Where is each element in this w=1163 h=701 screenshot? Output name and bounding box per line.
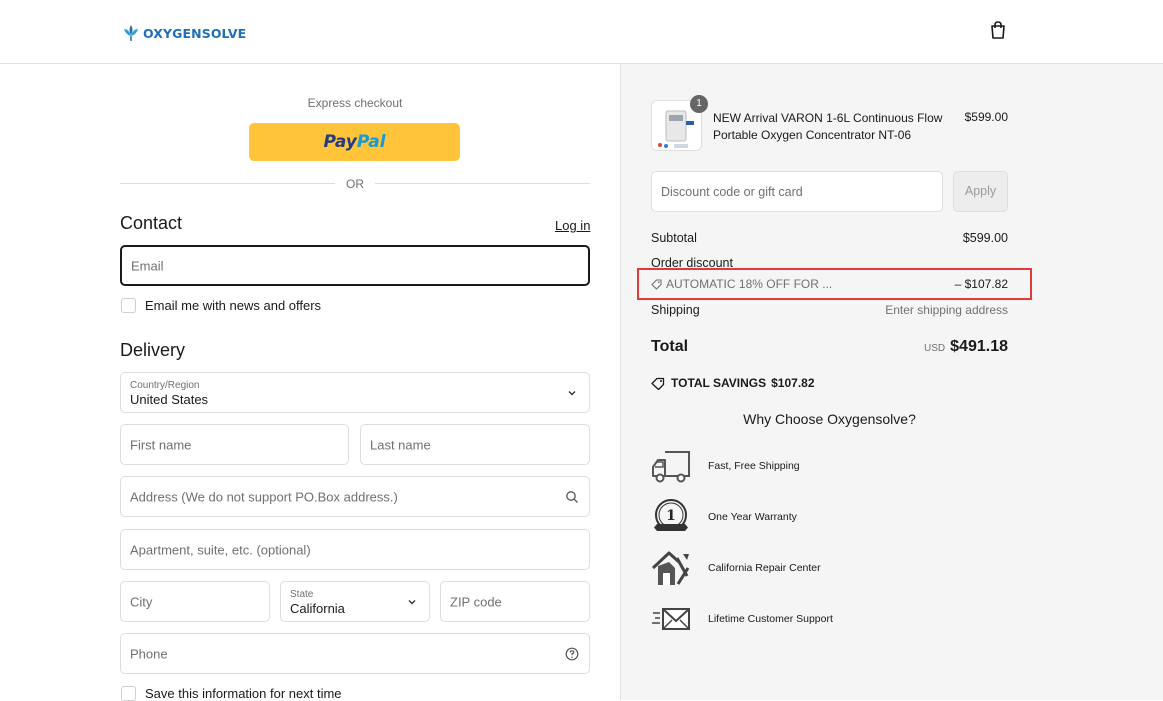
svg-text:1: 1 — [666, 508, 676, 524]
quantity-badge: 1 — [690, 95, 708, 113]
why-item-text: Lifetime Customer Support — [708, 613, 833, 625]
discount-value: – $107.82 — [954, 277, 1008, 291]
delivery-heading: Delivery — [120, 340, 186, 360]
product-price: $599.00 — [964, 110, 1008, 124]
savings-label: TOTAL SAVINGS — [671, 376, 767, 390]
repair-house-icon — [651, 551, 690, 585]
shipping-label: Shipping — [651, 303, 700, 317]
country-label: Country/Region — [130, 380, 200, 391]
paypal-button[interactable]: Pay Pal — [249, 123, 460, 161]
chevron-down-icon — [568, 390, 576, 395]
state-label: State — [290, 589, 314, 600]
contact-heading: Contact — [120, 213, 183, 233]
fast-mail-icon — [652, 608, 690, 630]
discount-code-text: AUTOMATIC 18% OFF FOR ... — [666, 277, 833, 291]
warranty-badge-icon: 1 — [654, 499, 688, 531]
phone-field[interactable]: Phone — [120, 633, 590, 674]
logo[interactable]: OXYGENSOLVE — [121, 22, 246, 44]
logo-text: OXYGENSOLVE — [143, 25, 247, 41]
or-text: OR — [346, 177, 364, 191]
paypal-pal-text: Pal — [356, 132, 386, 152]
shipping-value: Enter shipping address — [885, 303, 1008, 317]
logo-leaf-icon — [124, 25, 138, 41]
news-checkbox-label: Email me with news and offers — [145, 298, 322, 313]
city-field[interactable]: City — [120, 581, 270, 622]
first-name-placeholder: First name — [130, 437, 192, 452]
truck-icon — [652, 451, 690, 483]
why-item: California Repair Center — [651, 548, 971, 588]
why-item-text: California Repair Center — [708, 562, 821, 574]
shopping-bag-icon[interactable] — [988, 20, 1008, 40]
subtotal-value: $599.00 — [962, 231, 1008, 245]
total-savings: TOTAL SAVINGS $107.82 — [651, 376, 815, 390]
save-info-checkbox[interactable] — [121, 686, 136, 701]
total-label: Total — [651, 338, 689, 355]
help-circle-icon[interactable] — [565, 647, 579, 661]
country-value: United States — [130, 392, 209, 407]
discount-code-field[interactable]: Discount code or gift card — [651, 171, 943, 212]
discount-tag: AUTOMATIC 18% OFF FOR ... — [651, 277, 832, 291]
first-name-field[interactable]: First name — [120, 424, 349, 465]
savings-tag-icon — [651, 377, 665, 390]
apartment-placeholder: Apartment, suite, etc. (optional) — [130, 542, 311, 557]
why-item: Lifetime Customer Support — [651, 599, 971, 639]
why-item-text: One Year Warranty — [708, 511, 797, 523]
address-placeholder: Address (We do not support PO.Box addres… — [130, 489, 398, 504]
country-select[interactable]: Country/Region United States — [120, 372, 590, 413]
search-icon — [566, 490, 578, 503]
subtotal-label: Subtotal — [651, 231, 697, 245]
last-name-field[interactable]: Last name — [360, 424, 590, 465]
state-select[interactable]: State California — [280, 581, 430, 622]
zip-placeholder: ZIP code — [450, 594, 502, 609]
last-name-placeholder: Last name — [370, 437, 431, 452]
news-checkbox[interactable] — [121, 298, 136, 313]
save-info-checkbox-row[interactable]: Save this information for next time — [121, 686, 342, 701]
total-amount: $491.18 — [950, 338, 1008, 355]
chevron-down-icon — [408, 599, 416, 604]
phone-placeholder: Phone — [130, 646, 168, 661]
discount-code-placeholder: Discount code or gift card — [661, 185, 803, 199]
why-item-text: Fast, Free Shipping — [708, 460, 800, 472]
apartment-field[interactable]: Apartment, suite, etc. (optional) — [120, 529, 590, 570]
save-info-label: Save this information for next time — [145, 686, 342, 701]
apply-discount-button[interactable]: Apply — [953, 171, 1008, 212]
header: OXYGENSOLVE — [0, 0, 1163, 64]
express-checkout-label: Express checkout — [307, 96, 403, 110]
address-field[interactable]: Address (We do not support PO.Box addres… — [120, 476, 590, 517]
state-value: California — [290, 601, 345, 616]
login-link[interactable]: Log in — [555, 218, 590, 233]
product-name: NEW Arrival VARON 1-6L Continuous Flow P… — [713, 111, 943, 142]
tag-icon — [651, 278, 662, 290]
zip-field[interactable]: ZIP code — [440, 581, 590, 622]
why-item: 1 One Year Warranty — [651, 497, 971, 537]
email-field[interactable]: Email — [120, 245, 590, 286]
city-placeholder: City — [130, 594, 153, 609]
savings-amount: $107.82 — [771, 376, 815, 390]
paypal-pay-text: Pay — [323, 132, 357, 152]
news-checkbox-row[interactable]: Email me with news and offers — [121, 298, 321, 313]
email-placeholder: Email — [131, 258, 164, 273]
why-item: Fast, Free Shipping — [651, 446, 971, 486]
why-choose-title: Why Choose Oxygensolve? — [743, 411, 916, 427]
